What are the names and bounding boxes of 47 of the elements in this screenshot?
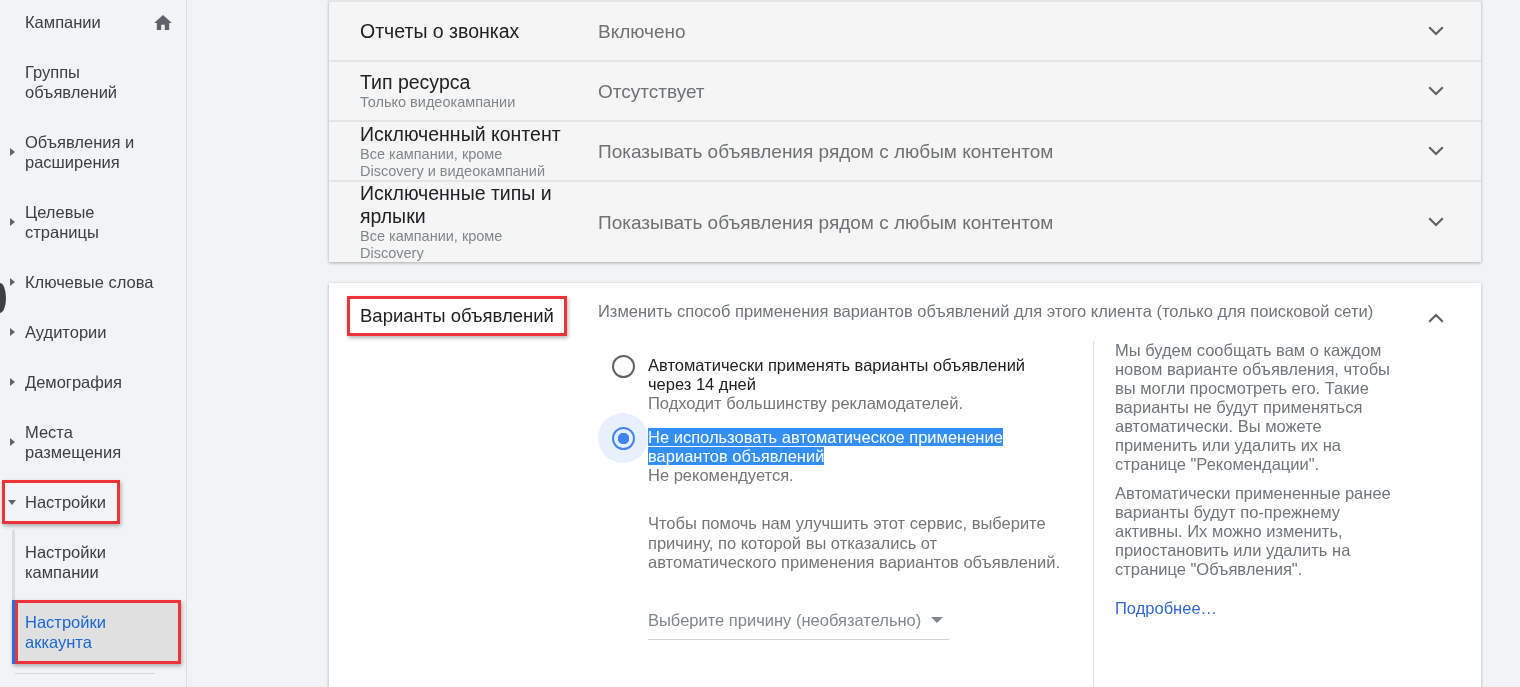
option-label: Автоматически применять варианты объявлений через 14 дней bbox=[648, 356, 1027, 394]
settings-row[interactable]: Тип ресурса Только видеокампании Отсутствует bbox=[329, 60, 1481, 120]
setting-note: Все кампании, кроме Discovery bbox=[360, 228, 504, 262]
round-handle-icon[interactable] bbox=[0, 283, 6, 313]
setting-label: Исключенные типы и ярлыки bbox=[360, 182, 553, 228]
chevron-down-icon[interactable] bbox=[1428, 217, 1444, 227]
setting-label: Отчеты о звонках bbox=[360, 19, 521, 43]
section-title: Варианты объявлений bbox=[347, 296, 567, 336]
sidebar-item[interactable]: Кампании bbox=[2, 0, 115, 44]
radio-button[interactable] bbox=[611, 354, 635, 378]
sidebar-item[interactable]: Группы объявлений bbox=[2, 50, 172, 114]
home-icon[interactable] bbox=[154, 14, 172, 30]
sidebar-item[interactable]: Демография bbox=[2, 360, 136, 404]
sidebar-item[interactable]: Целевые страницы bbox=[2, 190, 172, 254]
settings-row[interactable]: Отчеты о звонках Включено bbox=[329, 0, 1481, 60]
setting-value: Показывать объявления рядом с любым контентом bbox=[598, 139, 1055, 163]
settings-row[interactable]: Исключенный контент Все кампании, кроме Discovery и видеокампаний Показывать объявления рядом с любым контентом bbox=[329, 120, 1481, 180]
setting-value: Показывать объявления рядом с любым контентом bbox=[598, 210, 1055, 234]
sidebar-subitem[interactable]: Настройки аккаунта bbox=[12, 600, 181, 664]
sidebar-item[interactable]: Места размещения bbox=[2, 410, 172, 474]
sidebar-item[interactable]: Объявления и расширения bbox=[2, 120, 172, 184]
setting-value: Включено bbox=[598, 19, 687, 43]
setting-note: Только видеокампании bbox=[360, 94, 517, 111]
option-label: Не использовать автоматическое применение вариантов объявлений bbox=[648, 428, 1004, 466]
setting-note: Все кампании, кроме Discovery и видеокампаний bbox=[360, 145, 547, 180]
setting-label: Исключенный контент bbox=[360, 122, 562, 146]
chevron-down-icon[interactable] bbox=[1428, 86, 1444, 96]
reason-prompt: Чтобы помочь нам улучшить этот сервис, выберите причину, по которой вы отказались от автоматического применения вариантов объявлений. bbox=[648, 514, 1062, 573]
sidebar-item[interactable]: Настройки bbox=[2, 480, 120, 524]
sidebar-subitem[interactable]: Настройки кампании bbox=[12, 530, 181, 594]
more-link[interactable]: Подробнее… bbox=[1115, 599, 1218, 618]
setting-value: Отсутствует bbox=[598, 79, 706, 103]
option-hint: Не рекомендуется. bbox=[648, 466, 794, 485]
sidebar-item[interactable]: Ключевые слова bbox=[2, 260, 168, 304]
chevron-up-icon[interactable] bbox=[1428, 313, 1444, 323]
chevron-down-icon[interactable] bbox=[1428, 26, 1444, 36]
reason-dropdown[interactable]: Выберите причину (необязательно) bbox=[648, 610, 949, 640]
chevron-down-icon[interactable] bbox=[1428, 146, 1444, 156]
caret-down-icon bbox=[931, 617, 944, 623]
settings-row[interactable]: Исключенные типы и ярлыки Все кампании, кроме Discovery Показывать объявления рядом с любым контентом bbox=[329, 180, 1481, 262]
sidebar-item[interactable]: Аудитории bbox=[2, 310, 121, 354]
setting-label: Тип ресурса bbox=[360, 71, 472, 94]
info-text: Мы будем сообщать вам о каждом новом варианте объявления, чтобы вы могли просмотреть его. Такие варианты не будут применяться автоматически. Вы можете применить или удалить их на странице "Рекомендации". bbox=[1115, 341, 1391, 474]
info-text: Автоматически примененные ранее варианты будут по-прежнему активны. Их можно изменить, приостановить или удалить на странице "Объявления". bbox=[1115, 484, 1392, 579]
section-description: Изменить способ применения вариантов объявлений для этого клиента (только для поисковой сети) bbox=[598, 301, 1375, 321]
radio-button[interactable] bbox=[611, 426, 635, 450]
option-hint: Подходит большинству рекламодателей. bbox=[648, 394, 964, 413]
